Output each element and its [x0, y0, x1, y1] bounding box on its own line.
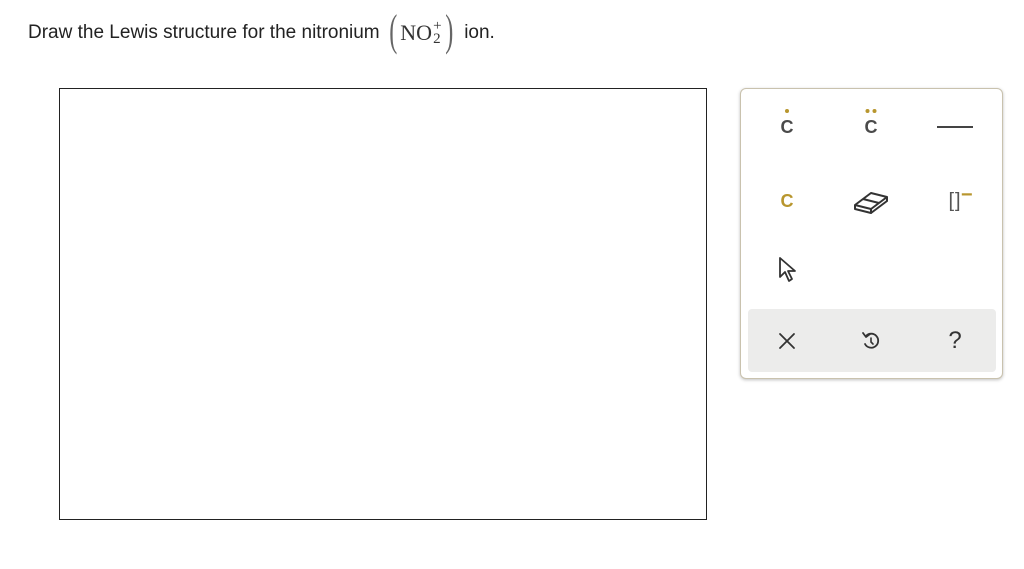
- atom-with-single-dot-tool[interactable]: C: [759, 105, 815, 149]
- bracket-charge-icon: [] −: [948, 184, 972, 213]
- charge-sign: −: [960, 183, 974, 206]
- charge-bracket-tool[interactable]: [] −: [927, 179, 983, 223]
- atom-tool[interactable]: C: [759, 179, 815, 223]
- help-button[interactable]: ?: [927, 319, 983, 363]
- clear-button[interactable]: [759, 319, 815, 363]
- single-dot-icon: [785, 109, 789, 113]
- formula-close-paren: ): [444, 6, 453, 55]
- cursor-arrow-icon: [779, 257, 796, 282]
- undo-button[interactable]: [843, 319, 899, 363]
- prompt-text-before: Draw the Lewis structure for the nitroni…: [28, 22, 380, 43]
- formula-species: NO + 2: [400, 19, 441, 47]
- atom-label: C: [780, 191, 794, 211]
- question-prompt: Draw the Lewis structure for the nitroni…: [28, 8, 495, 58]
- drawing-canvas[interactable]: [59, 88, 707, 520]
- atom-symbol: C: [780, 109, 794, 137]
- formula-main: NO: [400, 20, 433, 45]
- close-icon: [779, 333, 795, 349]
- select-pointer-tool[interactable]: [759, 247, 815, 291]
- single-bond-icon: [937, 126, 973, 128]
- eraser-icon: [854, 192, 888, 214]
- formula-open-paren: (: [388, 6, 397, 55]
- atom-symbol: C: [864, 109, 878, 137]
- action-bar: ?: [748, 309, 996, 372]
- atom-with-lone-pair-tool[interactable]: C: [843, 105, 899, 149]
- formula-subscript: 2: [433, 31, 441, 47]
- eraser-tool[interactable]: [843, 179, 899, 223]
- undo-icon: [862, 332, 880, 349]
- formula-supsub: + 2: [433, 19, 441, 47]
- single-bond-tool[interactable]: [927, 105, 983, 149]
- bracket-label: []: [948, 189, 962, 212]
- nitronium-formula: ( NO + 2 ): [386, 9, 457, 53]
- atom-label: C: [864, 117, 878, 137]
- lone-pair-icon: [865, 109, 877, 113]
- help-icon: ?: [948, 327, 962, 354]
- atom-label: C: [780, 117, 794, 137]
- prompt-text-after: ion.: [464, 22, 495, 43]
- drawing-tool-palette: C C C [] − ?: [740, 88, 1003, 379]
